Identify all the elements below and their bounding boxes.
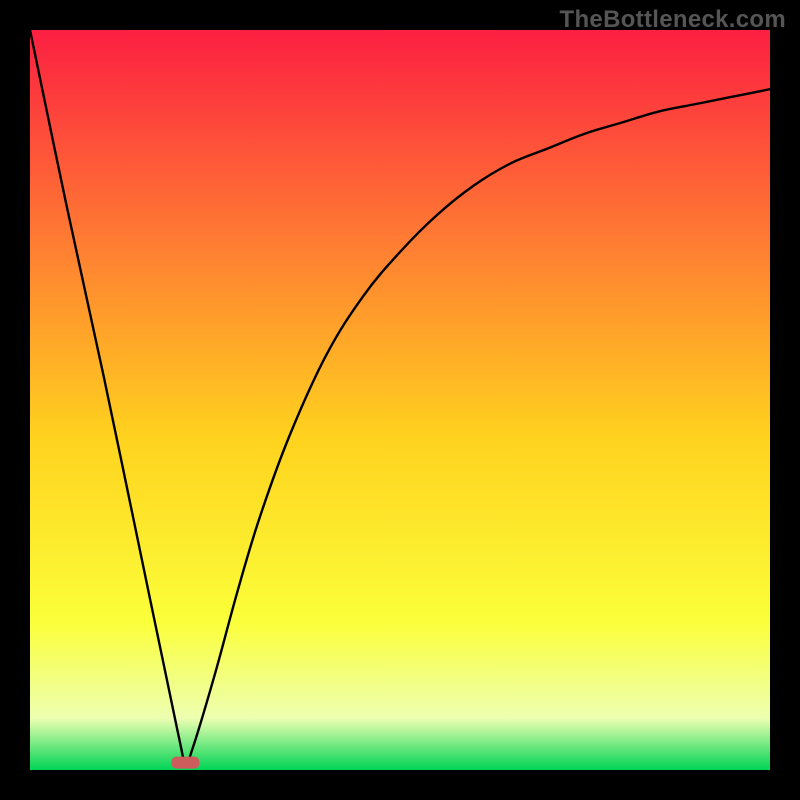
chart-svg <box>30 30 770 770</box>
chart-frame: TheBottleneck.com <box>0 0 800 800</box>
minimum-marker <box>171 757 199 769</box>
plot-area <box>30 30 770 770</box>
gradient-background <box>30 30 770 770</box>
